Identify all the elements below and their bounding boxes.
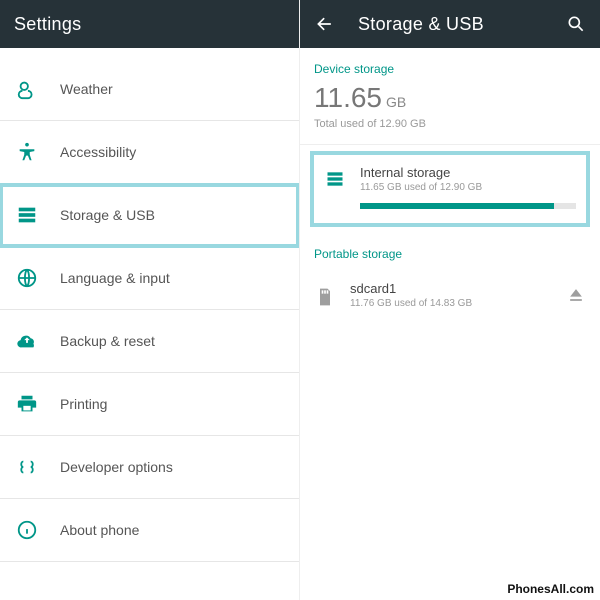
- developer-icon: [14, 454, 40, 480]
- settings-item-about[interactable]: About phone: [0, 499, 299, 562]
- settings-item-label: Language & input: [60, 270, 170, 286]
- total-used: 11.65GB Total used of 12.90 GB: [300, 82, 600, 145]
- sdcard-sub: 11.76 GB used of 14.83 GB: [350, 298, 472, 309]
- settings-list: Weather Accessibility Storage & USB Lang…: [0, 58, 299, 600]
- settings-item-printing[interactable]: Printing: [0, 373, 299, 436]
- settings-item-developer[interactable]: Developer options: [0, 436, 299, 499]
- watermark: PhonesAll.com: [507, 582, 594, 596]
- total-used-sub: Total used of 12.90 GB: [314, 118, 586, 130]
- internal-storage-bar: [360, 203, 554, 209]
- settings-item-label: Backup & reset: [60, 333, 155, 349]
- total-used-unit: GB: [386, 94, 406, 110]
- sdcard-row[interactable]: sdcard1 11.76 GB used of 14.83 GB: [300, 267, 600, 323]
- storage-icon: [14, 202, 40, 228]
- internal-storage-card[interactable]: Internal storage 11.65 GB used of 12.90 …: [310, 151, 590, 227]
- settings-item-label: Developer options: [60, 459, 173, 475]
- settings-item-accessibility[interactable]: Accessibility: [0, 121, 299, 184]
- weather-icon: [14, 76, 40, 102]
- storage-title: Storage & USB: [358, 14, 484, 35]
- settings-item-backup[interactable]: Backup & reset: [0, 310, 299, 373]
- settings-item-storage[interactable]: Storage & USB: [0, 184, 299, 247]
- sdcard-title: sdcard1: [350, 281, 472, 296]
- settings-item-label: Accessibility: [60, 144, 136, 160]
- settings-item-label: Storage & USB: [60, 207, 155, 223]
- portable-storage-label: Portable storage: [300, 233, 600, 267]
- settings-item-label: About phone: [60, 522, 139, 538]
- search-icon[interactable]: [566, 14, 586, 34]
- total-used-value: 11.65: [314, 82, 382, 113]
- sdcard-icon: [314, 286, 336, 308]
- internal-storage-progress: [360, 203, 576, 209]
- settings-item-weather[interactable]: Weather: [0, 58, 299, 121]
- storage-panel: Storage & USB Device storage 11.65GB Tot…: [300, 0, 600, 600]
- internal-storage-sub: 11.65 GB used of 12.90 GB: [360, 182, 576, 193]
- settings-item-label: Weather: [60, 81, 113, 97]
- back-icon[interactable]: [314, 13, 336, 35]
- backup-icon: [14, 328, 40, 354]
- storage-icon: [324, 168, 346, 190]
- settings-header: Settings: [0, 0, 299, 48]
- settings-item-label: Printing: [60, 396, 107, 412]
- settings-panel: Settings Weather Accessibility Stora: [0, 0, 300, 600]
- settings-item-language[interactable]: Language & input: [0, 247, 299, 310]
- accessibility-icon: [14, 139, 40, 165]
- internal-storage-title: Internal storage: [360, 165, 576, 180]
- about-icon: [14, 517, 40, 543]
- storage-header: Storage & USB: [300, 0, 600, 48]
- settings-title: Settings: [14, 14, 81, 35]
- device-storage-label: Device storage: [300, 48, 600, 82]
- printing-icon: [14, 391, 40, 417]
- language-icon: [14, 265, 40, 291]
- eject-icon[interactable]: [566, 285, 586, 305]
